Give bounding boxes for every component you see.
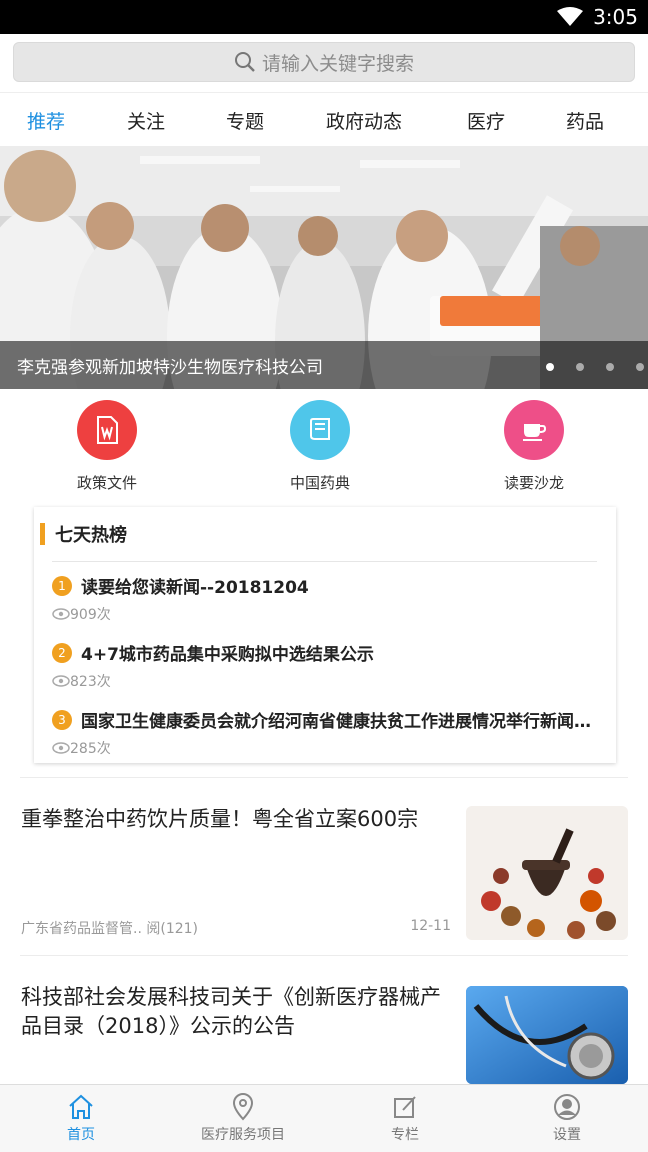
rank-badge: 2 bbox=[52, 642, 72, 663]
user-icon bbox=[554, 1094, 580, 1120]
coffee-cup-icon bbox=[504, 400, 564, 460]
banner-carousel[interactable]: 李克强参观新加坡特沙生物医疗科技公司 bbox=[0, 146, 648, 389]
carousel-dot[interactable] bbox=[606, 363, 614, 371]
news-source: 广东省药品监督管.. bbox=[21, 921, 142, 937]
nav-label: 医疗服务项目 bbox=[201, 1127, 285, 1143]
search-icon bbox=[234, 52, 255, 72]
news-thumbnail bbox=[466, 806, 628, 940]
tab-recommend[interactable]: 推荐 bbox=[27, 93, 65, 147]
nav-medical-services[interactable]: 医疗服务项目 bbox=[178, 1093, 308, 1144]
quick-link-pharmacopoeia[interactable]: 中国药典 bbox=[260, 400, 380, 493]
quick-link-label: 中国药典 bbox=[289, 474, 350, 492]
wifi-icon bbox=[557, 7, 584, 27]
nav-column[interactable]: 专栏 bbox=[340, 1093, 470, 1144]
quick-link-policy[interactable]: 政策文件 bbox=[47, 400, 167, 493]
hot-list-item[interactable]: 3 国家卫生健康委员会就介绍河南省健康扶贫工作进展情况举行新闻发布会 285次 bbox=[52, 707, 607, 758]
view-count: 823次 bbox=[70, 674, 111, 690]
divider bbox=[52, 561, 597, 562]
news-meta: 广东省药品监督管.. 阅(121) 12-11 bbox=[21, 918, 451, 938]
news-title: 重拳整治中药饮片质量！粤全省立案600宗 bbox=[21, 807, 419, 831]
bottom-navigation: 首页 医疗服务项目 专栏 设置 bbox=[0, 1084, 648, 1152]
tab-follow[interactable]: 关注 bbox=[127, 93, 165, 147]
hot-item-title: 4+7城市药品集中采购拟中选结果公示 bbox=[81, 645, 374, 665]
hot-list-header: 七天热榜 bbox=[40, 521, 127, 547]
location-pin-icon bbox=[232, 1093, 254, 1121]
eye-icon bbox=[52, 608, 70, 620]
carousel-dots bbox=[546, 363, 644, 371]
divider bbox=[20, 955, 628, 956]
nav-label: 专栏 bbox=[391, 1127, 419, 1143]
hot-list-title: 七天热榜 bbox=[55, 525, 127, 546]
header-accent-bar bbox=[40, 523, 45, 545]
quick-link-label: 政策文件 bbox=[76, 474, 137, 492]
carousel-dot[interactable] bbox=[576, 363, 584, 371]
hot-item-title: 读要给您读新闻--20181204 bbox=[81, 578, 309, 598]
search-input[interactable]: 请输入关键字搜索 bbox=[13, 42, 635, 82]
nav-settings[interactable]: 设置 bbox=[502, 1093, 632, 1144]
news-date: 12-11 bbox=[410, 918, 451, 934]
hot-list-card: 七天热榜 1 读要给您读新闻--20181204 909次 2 4+7城市药品集… bbox=[34, 507, 616, 763]
category-tabs: 推荐 关注 专题 政府动态 医疗 药品 bbox=[0, 92, 648, 146]
news-reads: 阅(121) bbox=[146, 921, 199, 937]
nav-home[interactable]: 首页 bbox=[16, 1093, 146, 1144]
rank-badge: 3 bbox=[52, 709, 72, 730]
search-bar: 请输入关键字搜索 bbox=[0, 34, 648, 92]
rank-badge: 1 bbox=[52, 575, 72, 596]
view-count: 909次 bbox=[70, 607, 111, 623]
word-document-icon bbox=[77, 400, 137, 460]
edit-icon bbox=[394, 1096, 416, 1118]
status-bar: 3:05 bbox=[0, 0, 648, 34]
hot-list-item[interactable]: 2 4+7城市药品集中采购拟中选结果公示 823次 bbox=[52, 640, 607, 691]
news-item[interactable]: 重拳整治中药饮片质量！粤全省立案600宗 广东省药品监督管.. 阅(121) 1… bbox=[0, 790, 648, 950]
eye-icon bbox=[52, 675, 70, 687]
home-icon bbox=[69, 1094, 93, 1119]
book-icon bbox=[290, 400, 350, 460]
quick-link-label: 读要沙龙 bbox=[503, 474, 564, 492]
divider bbox=[20, 777, 628, 778]
carousel-dot[interactable] bbox=[546, 363, 554, 371]
search-placeholder: 请输入关键字搜索 bbox=[261, 52, 414, 75]
tab-government[interactable]: 政府动态 bbox=[326, 93, 402, 147]
hot-item-title: 国家卫生健康委员会就介绍河南省健康扶贫工作进展情况举行新闻发布会 bbox=[81, 712, 607, 732]
eye-icon bbox=[52, 742, 70, 754]
carousel-dot[interactable] bbox=[636, 363, 644, 371]
view-count: 285次 bbox=[70, 741, 111, 757]
tab-drugs[interactable]: 药品 bbox=[566, 93, 604, 147]
nav-label: 首页 bbox=[67, 1127, 95, 1143]
tab-topics[interactable]: 专题 bbox=[226, 93, 264, 147]
news-title: 科技部社会发展科技司关于《创新医疗器械产品目录（2018）》公示的公告 bbox=[21, 985, 441, 1038]
quick-link-salon[interactable]: 读要沙龙 bbox=[474, 400, 594, 493]
news-item[interactable]: 科技部社会发展科技司关于《创新医疗器械产品目录（2018）》公示的公告 bbox=[0, 968, 648, 1084]
hot-list-item[interactable]: 1 读要给您读新闻--20181204 909次 bbox=[52, 573, 607, 624]
news-thumbnail bbox=[466, 986, 628, 1084]
clock: 3:05 bbox=[593, 5, 638, 29]
tab-medical[interactable]: 医疗 bbox=[467, 93, 505, 147]
nav-label: 设置 bbox=[553, 1127, 581, 1143]
